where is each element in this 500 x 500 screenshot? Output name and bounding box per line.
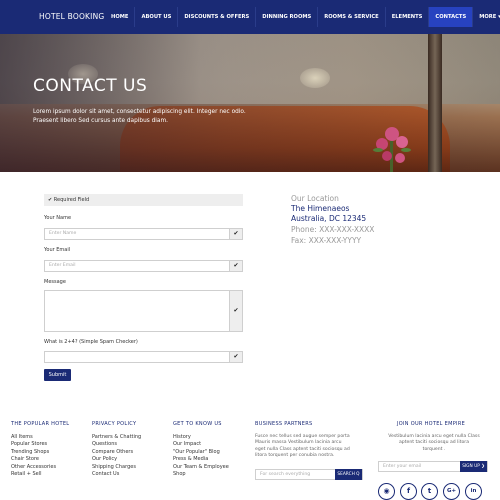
hero-description-line: Lorem ipsum dolor sit amet, consectetur … [33, 109, 246, 115]
linkedin-icon[interactable]: in [465, 483, 482, 500]
required-field-note: ✔ Required Field [44, 194, 243, 206]
footer-link[interactable]: Shipping Charges [92, 464, 141, 471]
footer-list-get-to-know-us: History Our Impact "Our Popular" Blog Pr… [173, 434, 229, 478]
hero-banner [0, 34, 500, 172]
nav-item-about-us[interactable]: ABOUT US [135, 7, 177, 27]
footer-heading-business-partners: BUSINESS PARTNERS [255, 421, 313, 427]
footer-link[interactable]: Popular Stores [11, 441, 56, 448]
top-navbar: HOTEL BOOKING HOME ABOUT US DISCOUNTS & … [0, 0, 500, 34]
footer-email-input[interactable]: Enter your email SIGN UP ❯ [378, 461, 488, 472]
nav-item-rooms-service[interactable]: ROOMS & SERVICE [318, 7, 384, 27]
footer-link[interactable]: Our Impact [173, 441, 229, 448]
footer-email-placeholder: Enter your email [383, 464, 422, 469]
name-label: Your Name [44, 215, 72, 221]
footer-list-privacy-policy: Partners & Chatting Questions Compare Ot… [92, 434, 141, 478]
location-phone: Phone: XXX-XXX-XXXX [291, 225, 375, 234]
footer-link[interactable]: Shop [173, 471, 229, 478]
check-icon: ✔ [229, 291, 242, 331]
footer-search-input[interactable]: For search everything SEARCH Q [255, 469, 363, 480]
name-placeholder: Enter Name [49, 231, 77, 236]
location-address: Australia, DC 12345 [291, 214, 367, 223]
nav-item-contacts[interactable]: CONTACTS [429, 7, 473, 27]
footer-heading-get-to-know-us: GET TO KNOW US [173, 421, 222, 427]
footer-heading-popular-hotel: THE POPULAR HOTEL [11, 421, 70, 427]
message-textarea[interactable]: ✔ [44, 290, 243, 332]
email-label: Your Email [44, 247, 71, 253]
page-title: CONTACT US [33, 76, 148, 96]
footer-heading-join-hotel-empire: JOIN OUR HOTEL EMPIRE [397, 421, 466, 427]
hero-description-line: Praesent libero Sed cursus ante dapibus … [33, 118, 168, 124]
spam-check-field[interactable]: ✔ [44, 351, 243, 363]
footer-link[interactable]: Press & Media [173, 456, 229, 463]
google-plus-icon[interactable]: G+ [443, 483, 460, 500]
nav-item-more-dropdown[interactable]: MORE ▾ [473, 7, 500, 27]
footer-text-line: Mauris massa Vestibulum lacinia arcu [255, 440, 342, 446]
nav-item-discounts-offers[interactable]: DISCOUNTS & OFFERS [178, 7, 255, 27]
footer-link[interactable]: Retail + Sell [11, 471, 56, 478]
footer-text-line: litora torquent per conubia nostra. [255, 452, 335, 458]
footer-link[interactable]: History [173, 434, 229, 441]
main-menu: HOME ABOUT US DISCOUNTS & OFFERS DINNING… [105, 7, 500, 27]
nav-item-dinning-rooms[interactable]: DINNING ROOMS [256, 7, 317, 27]
footer-link[interactable]: Trending Shops [11, 449, 56, 456]
footer-link[interactable]: Our Policy [92, 456, 141, 463]
footer-partners-text: Fusce nec tellus sed augue semper porta … [255, 434, 350, 459]
name-field[interactable]: Enter Name ✔ [44, 228, 243, 240]
submit-button[interactable]: Submit [44, 369, 71, 381]
footer-link[interactable]: Chair Store [11, 456, 56, 463]
footer-heading-privacy-policy: PRIVACY POLICY [92, 421, 137, 427]
brand-logo-text[interactable]: HOTEL BOOKING [39, 12, 104, 21]
footer-link[interactable]: "Our Popular" Blog [173, 449, 229, 456]
check-icon: ✔ [229, 229, 242, 239]
check-icon: ✔ [229, 261, 242, 271]
hero-description: Lorem ipsum dolor sit amet, consectetur … [33, 108, 293, 126]
footer-link[interactable]: Other Accessories [11, 464, 56, 471]
footer-link[interactable]: Contact Us [92, 471, 141, 478]
footer-link[interactable]: Our Team & Employee [173, 464, 229, 471]
footer-join-text: Vestibulum lacinia arcu eget nulla Class… [381, 434, 487, 453]
message-label: Message [44, 279, 66, 285]
check-icon: ✔ [229, 352, 242, 362]
footer-link[interactable]: All Items [11, 434, 56, 441]
footer-text-line: torquent . [422, 446, 446, 452]
hero-overlay [0, 34, 500, 172]
email-placeholder: Enter Email [49, 263, 76, 268]
footer-link[interactable]: Questions [92, 441, 141, 448]
footer-signup-button[interactable]: SIGN UP ❯ [460, 461, 487, 472]
twitter-icon[interactable]: t [421, 483, 438, 500]
rss-icon[interactable]: ◉ [378, 483, 395, 500]
email-field[interactable]: Enter Email ✔ [44, 260, 243, 272]
footer-search-button[interactable]: SEARCH Q [335, 469, 362, 480]
footer-list-popular-hotel: All Items Popular Stores Trending Shops … [11, 434, 56, 478]
facebook-icon[interactable]: f [400, 483, 417, 500]
footer-text-line: eget nulla Class aptent taciti sociosqu … [255, 446, 350, 452]
footer-search-placeholder: For search everything [260, 472, 311, 477]
nav-item-elements[interactable]: ELEMENTS [386, 7, 429, 27]
footer-link[interactable]: Partners & Chatting [92, 434, 141, 441]
location-fax: Fax: XXX-XXX-YYYY [291, 236, 362, 245]
footer-link[interactable]: Compare Others [92, 449, 141, 456]
nav-item-home[interactable]: HOME [105, 7, 134, 27]
spam-check-label: What is 2+4? (Simple Spam Checker) [44, 339, 138, 345]
